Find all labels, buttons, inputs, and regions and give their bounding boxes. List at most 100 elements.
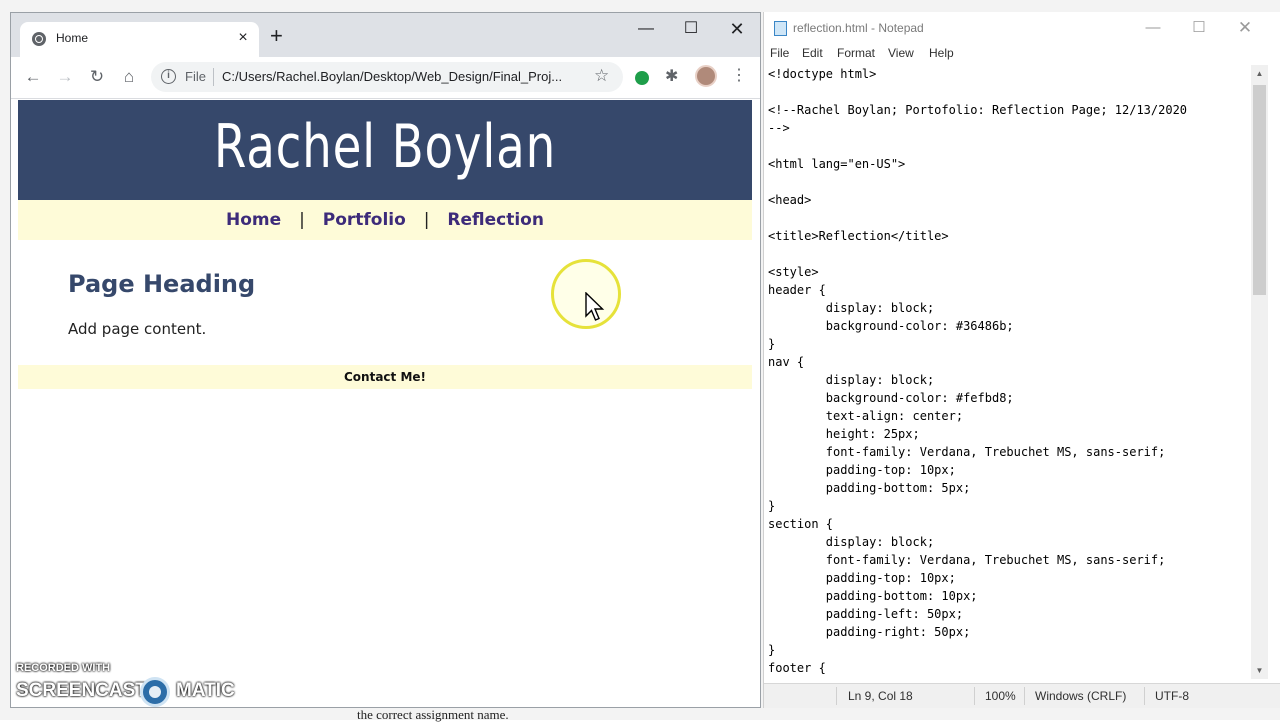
status-divider — [1144, 687, 1145, 705]
notepad-text-area[interactable]: <!doctype html> <!--Rachel Boylan; Porto… — [764, 65, 1251, 679]
code-line: display: block; — [768, 373, 935, 387]
nav-separator: | — [423, 210, 430, 230]
code-line: footer { — [768, 661, 826, 675]
code-line: <!--Rachel Boylan; Portofolio: Reflectio… — [768, 103, 1188, 117]
watermark-brand-left: SCREENCAST — [16, 680, 147, 701]
code-line: padding-left: 50px; — [768, 607, 964, 621]
page-content: Add page content. — [68, 320, 207, 338]
address-bar[interactable]: i File C:/Users/Rachel.Boylan/Desktop/We… — [151, 62, 623, 92]
code-line: <head> — [768, 193, 812, 207]
tab-close-icon[interactable]: × — [235, 29, 251, 47]
minimize-button[interactable]: — — [623, 17, 669, 45]
close-button[interactable]: ✕ — [714, 17, 760, 45]
code-line: <html lang="en-US"> — [768, 157, 906, 171]
mouse-cursor-icon — [585, 292, 605, 321]
nav-separator: | — [299, 210, 305, 230]
scroll-up-icon[interactable]: ▲ — [1251, 65, 1268, 82]
notepad-close-button[interactable]: ✕ — [1222, 16, 1268, 40]
address-divider — [213, 68, 214, 86]
vertical-scrollbar[interactable]: ▲ ▼ — [1251, 65, 1268, 679]
profile-avatar[interactable] — [695, 65, 717, 87]
site-title: Rachel Boylan — [213, 112, 557, 182]
watermark-recorded-with: RECORDED WITH — [16, 662, 111, 674]
status-divider — [1024, 687, 1025, 705]
notepad-statusbar: Ln 9, Col 18 100% Windows (CRLF) UTF-8 — [764, 683, 1280, 708]
code-line: <style> — [768, 265, 819, 279]
menu-edit[interactable]: Edit — [802, 46, 823, 60]
code-line: padding-right: 50px; — [768, 625, 971, 639]
site-footer: Contact Me! — [18, 365, 752, 389]
url-text[interactable]: C:/Users/Rachel.Boylan/Desktop/Web_Desig… — [222, 69, 562, 84]
code-line: } — [768, 643, 776, 657]
address-scheme-label: File — [185, 69, 206, 84]
code-line: display: block; — [768, 301, 935, 315]
scroll-down-icon[interactable]: ▼ — [1251, 662, 1268, 679]
code-line: header { — [768, 283, 826, 297]
page-heading: Page Heading — [68, 270, 256, 298]
status-divider — [974, 687, 975, 705]
code-line: nav { — [768, 355, 805, 369]
code-line: display: block; — [768, 535, 935, 549]
status-line-endings: Windows (CRLF) — [1035, 689, 1127, 703]
page-viewport: Rachel Boylan Home | Portfolio | Reflect… — [11, 100, 760, 707]
code-line: <title>Reflection</title> — [768, 229, 949, 243]
new-tab-button[interactable]: + — [270, 25, 283, 47]
back-arrow-icon[interactable]: ← — [21, 65, 45, 89]
code-line: padding-bottom: 10px; — [768, 589, 978, 603]
globe-icon — [32, 32, 46, 46]
code-line: } — [768, 337, 776, 351]
menu-view[interactable]: View — [888, 46, 914, 60]
notepad-title: reflection.html - Notepad — [793, 21, 924, 35]
notepad-code: <!doctype html> <!--Rachel Boylan; Porto… — [768, 65, 1187, 677]
reload-icon[interactable]: ↻ — [85, 65, 109, 89]
bookmark-star-icon[interactable]: ☆ — [594, 66, 609, 86]
info-icon[interactable]: i — [161, 69, 176, 84]
code-line: font-family: Verdana, Trebuchet MS, sans… — [768, 445, 1166, 459]
extensions-puzzle-icon[interactable]: ✱ — [665, 66, 678, 86]
watermark-logo-icon — [140, 677, 170, 707]
nav-link-reflection[interactable]: Reflection — [447, 210, 544, 230]
background-document-text: the correct assignment name. — [357, 707, 509, 722]
tab-title: Home — [56, 31, 89, 45]
browser-toolbar: ← → ↻ ⌂ i File C:/Users/Rachel.Boylan/De… — [11, 57, 760, 99]
notepad-maximize-button[interactable]: ☐ — [1176, 16, 1222, 40]
notepad-window: reflection.html - Notepad — ☐ ✕ File Edi… — [763, 12, 1280, 708]
notepad-minimize-button[interactable]: — — [1130, 16, 1176, 40]
status-encoding: UTF-8 — [1155, 689, 1189, 703]
status-divider — [836, 687, 837, 705]
scrollbar-thumb[interactable] — [1253, 85, 1266, 295]
menu-help[interactable]: Help — [929, 46, 954, 60]
maximize-button[interactable]: ☐ — [668, 17, 714, 45]
menu-file[interactable]: File — [770, 46, 789, 60]
browser-tab-home[interactable]: Home × — [20, 22, 259, 57]
menu-format[interactable]: Format — [837, 46, 875, 60]
nav-link-home[interactable]: Home — [226, 210, 281, 230]
notepad-titlebar: reflection.html - Notepad — ☐ ✕ — [764, 12, 1280, 44]
code-line: padding-top: 10px; — [768, 571, 956, 585]
home-icon[interactable]: ⌂ — [117, 65, 141, 89]
code-line: background-color: #fefbd8; — [768, 391, 1014, 405]
code-line: font-family: Verdana, Trebuchet MS, sans… — [768, 553, 1166, 567]
kebab-menu-icon[interactable]: ⋮ — [731, 65, 747, 85]
code-line: padding-top: 10px; — [768, 463, 956, 477]
browser-window: Home × + — ☐ ✕ ← → ↻ ⌂ i File C:/Users/R… — [10, 12, 761, 708]
code-line: padding-bottom: 5px; — [768, 481, 971, 495]
code-line: } — [768, 499, 776, 513]
code-line: section { — [768, 517, 834, 531]
site-header: Rachel Boylan — [18, 100, 752, 200]
status-zoom: 100% — [985, 689, 1016, 703]
extension-icon[interactable] — [635, 71, 649, 85]
code-line: --> — [768, 121, 790, 135]
browser-titlebar: Home × + — ☐ ✕ — [11, 13, 760, 57]
forward-arrow-icon[interactable]: → — [53, 65, 77, 89]
nav-link-portfolio[interactable]: Portfolio — [323, 210, 406, 230]
status-cursor-position: Ln 9, Col 18 — [848, 689, 913, 703]
watermark-brand-right: MATIC — [176, 680, 235, 701]
notepad-app-icon — [774, 21, 787, 36]
code-line: text-align: center; — [768, 409, 964, 423]
